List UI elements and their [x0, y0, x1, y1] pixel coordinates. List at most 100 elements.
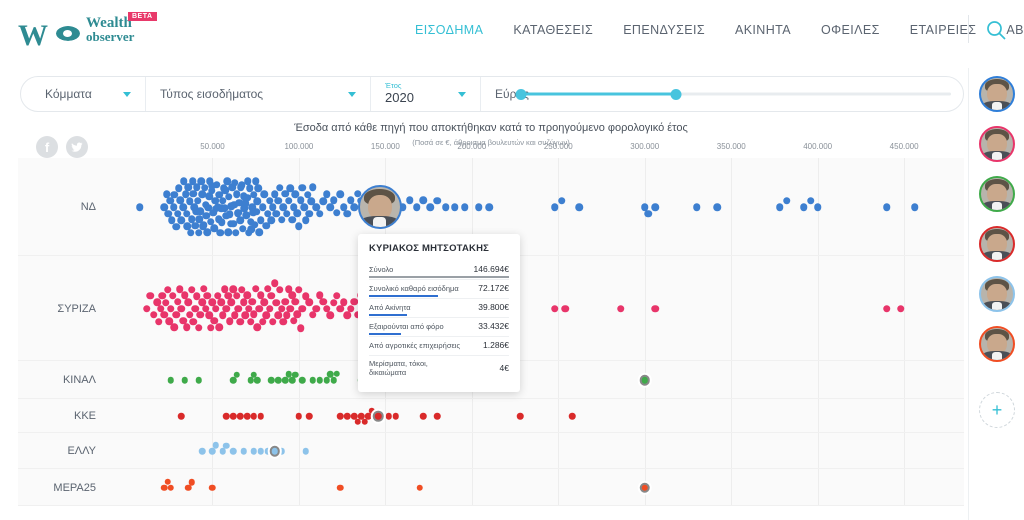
data-point[interactable]: [312, 304, 320, 313]
data-point[interactable]: [295, 412, 303, 420]
data-point[interactable]: [172, 222, 180, 231]
data-point[interactable]: [155, 317, 163, 326]
data-point[interactable]: [883, 203, 891, 211]
data-point[interactable]: [182, 323, 191, 332]
data-point[interactable]: [223, 412, 230, 420]
data-point[interactable]: [575, 203, 583, 211]
data-point[interactable]: [344, 412, 351, 420]
data-point[interactable]: [295, 286, 303, 294]
data-point[interactable]: [184, 298, 192, 307]
data-point[interactable]: [276, 286, 284, 294]
data-point[interactable]: [174, 184, 183, 193]
highlighted-data-point[interactable]: [639, 482, 650, 493]
nav-item-ependyseis[interactable]: ΕΠΕΝΔΥΣΕΙΣ: [608, 23, 720, 37]
data-point[interactable]: [333, 370, 341, 378]
data-point[interactable]: [281, 376, 289, 384]
data-point[interactable]: [692, 203, 701, 211]
data-point[interactable]: [315, 210, 324, 218]
filter-parties[interactable]: Κόμματα: [21, 77, 146, 111]
data-point[interactable]: [229, 447, 237, 455]
data-point[interactable]: [340, 298, 348, 306]
data-point[interactable]: [248, 297, 256, 306]
data-point[interactable]: [194, 323, 203, 332]
data-point[interactable]: [309, 376, 316, 384]
data-point[interactable]: [274, 376, 282, 384]
data-point[interactable]: [209, 484, 216, 491]
data-point[interactable]: [329, 298, 338, 307]
data-point[interactable]: [267, 216, 275, 225]
data-point[interactable]: [226, 210, 234, 219]
data-point[interactable]: [333, 292, 341, 300]
data-point[interactable]: [218, 218, 226, 227]
data-point[interactable]: [644, 210, 652, 218]
data-point[interactable]: [170, 323, 179, 332]
data-point[interactable]: [223, 442, 230, 449]
data-point[interactable]: [336, 304, 345, 313]
data-point[interactable]: [385, 412, 393, 420]
data-point[interactable]: [305, 209, 314, 218]
data-point[interactable]: [420, 412, 427, 420]
data-point[interactable]: [291, 298, 300, 306]
data-point[interactable]: [262, 311, 270, 319]
data-point[interactable]: [254, 376, 261, 384]
data-point[interactable]: [279, 318, 288, 326]
data-point[interactable]: [326, 311, 334, 319]
data-point[interactable]: [258, 317, 267, 326]
data-point[interactable]: [354, 418, 361, 426]
data-point[interactable]: [426, 203, 435, 211]
search-icon[interactable]: [984, 18, 1008, 42]
data-point[interactable]: [236, 412, 244, 420]
data-point[interactable]: [225, 192, 233, 201]
highlighted-person-avatar[interactable]: [357, 185, 402, 229]
data-point[interactable]: [561, 304, 569, 313]
data-point[interactable]: [551, 304, 559, 313]
data-point[interactable]: [296, 324, 305, 332]
data-point[interactable]: [212, 441, 220, 449]
data-point[interactable]: [807, 197, 815, 205]
data-point[interactable]: [309, 183, 317, 192]
data-point[interactable]: [775, 203, 784, 211]
range-slider-track[interactable]: [515, 88, 951, 100]
data-point[interactable]: [433, 196, 441, 205]
data-point[interactable]: [250, 412, 258, 420]
data-point[interactable]: [195, 376, 202, 384]
data-point[interactable]: [558, 196, 566, 205]
filter-year[interactable]: Έτος 2020: [371, 77, 481, 111]
avatar-elly[interactable]: [979, 276, 1015, 312]
data-point[interactable]: [293, 209, 301, 218]
data-point[interactable]: [434, 412, 441, 420]
data-point[interactable]: [336, 190, 345, 198]
data-point[interactable]: [178, 412, 185, 420]
data-point[interactable]: [551, 203, 559, 211]
data-point[interactable]: [800, 203, 808, 211]
nav-item-etaireies[interactable]: ΕΤΑΙΡΕΙΕΣ: [895, 23, 992, 37]
data-point[interactable]: [215, 323, 224, 331]
nav-item-katatheseis[interactable]: ΚΑΤΑΘΕΣΕΙΣ: [498, 23, 608, 37]
data-point[interactable]: [167, 484, 175, 491]
data-point[interactable]: [299, 376, 306, 384]
data-point[interactable]: [250, 447, 258, 455]
data-point[interactable]: [212, 304, 220, 313]
data-point[interactable]: [323, 376, 330, 384]
data-point[interactable]: [333, 209, 341, 217]
data-point[interactable]: [305, 298, 314, 307]
avatar-syriza[interactable]: [979, 126, 1015, 162]
data-point[interactable]: [322, 190, 331, 198]
data-point[interactable]: [302, 447, 310, 455]
nav-item-ofeiles[interactable]: ΟΦΕΙΛΕΣ: [806, 23, 895, 37]
data-point[interactable]: [361, 418, 368, 425]
data-point[interactable]: [568, 412, 576, 420]
data-point[interactable]: [343, 210, 352, 218]
data-point[interactable]: [419, 196, 428, 205]
data-point[interactable]: [405, 196, 414, 205]
data-point[interactable]: [326, 203, 334, 211]
add-person-button[interactable]: +: [979, 392, 1015, 428]
data-point[interactable]: [177, 304, 186, 313]
data-point[interactable]: [343, 311, 352, 319]
data-point[interactable]: [283, 311, 291, 319]
data-point[interactable]: [286, 304, 295, 313]
data-point[interactable]: [188, 478, 195, 486]
data-point[interactable]: [330, 376, 337, 384]
data-point[interactable]: [306, 412, 313, 420]
data-point[interactable]: [616, 304, 625, 313]
